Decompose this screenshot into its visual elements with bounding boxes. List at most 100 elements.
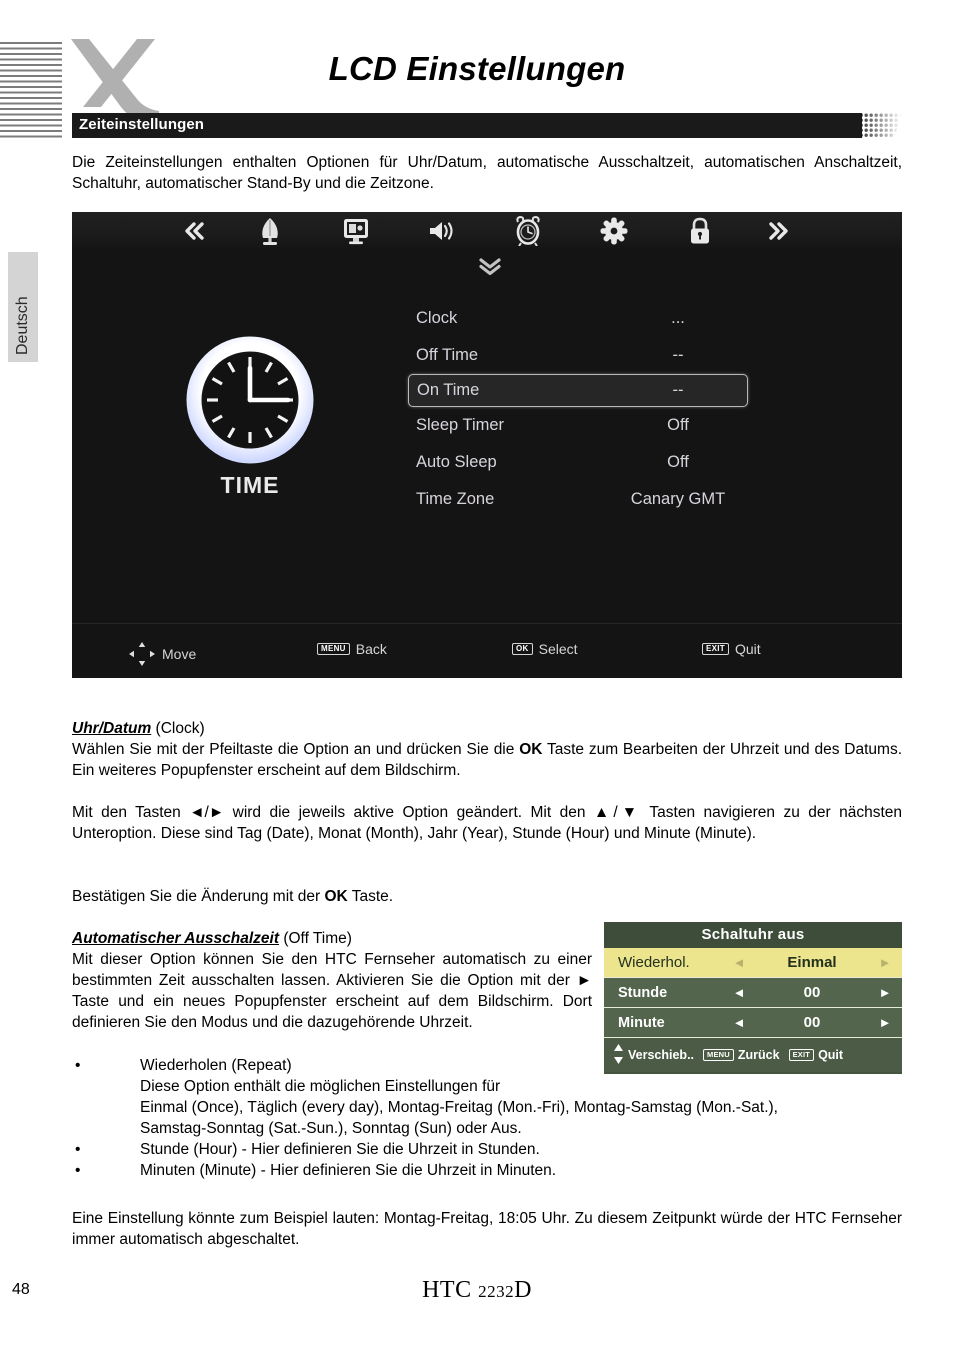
menu-label: Time Zone: [416, 490, 495, 508]
list-item: • Stunde (Hour) - Hier definieren Sie di…: [72, 1139, 902, 1160]
offtime-subheading-english: (Off Time): [279, 930, 352, 947]
clock-face-icon: [184, 334, 316, 466]
menu-value: --: [672, 381, 684, 399]
bullet-spacer: [72, 1076, 140, 1097]
clock-paragraph-3: Bestätigen Sie die Änderung mit der OK T…: [72, 886, 902, 907]
bullet-text: Stunde (Hour) - Hier definieren Sie die …: [140, 1141, 540, 1158]
popup-row-value: 00: [803, 984, 821, 1001]
bullet-dot-icon: •: [75, 1162, 81, 1179]
offtime-bullet-list: • Wiederholen (Repeat) Diese Option enth…: [72, 1055, 902, 1181]
footer-model-brand: HTC: [422, 1277, 479, 1303]
section-bar-halftone: [854, 113, 902, 138]
popup-row-stunde[interactable]: Stunde ◄ 00 ►: [604, 978, 902, 1008]
menu-value: Off: [667, 416, 689, 434]
popup-right-arrow-icon[interactable]: ►: [868, 1015, 902, 1030]
clock-subheading-english: (Clock): [151, 720, 205, 737]
offtime-closing-paragraph: Eine Einstellung könnte zum Beispiel lau…: [72, 1210, 902, 1248]
hint-label: Back: [355, 641, 387, 657]
footer-model-suffix: D: [514, 1277, 532, 1303]
intro-paragraph: Die Zeiteinstellungen enthalten Optionen…: [72, 154, 902, 192]
tv-osd-screenshot: TIME Clock ... Off Time -- On Time -- Sl…: [72, 212, 902, 678]
scroll-down-chevron-icon[interactable]: [476, 257, 504, 277]
dpad-arrows-icon: [128, 641, 156, 667]
menu-row-sleep-timer[interactable]: Sleep Timer Off: [408, 407, 748, 444]
next-chevron-icon[interactable]: [761, 216, 795, 246]
popup-row-wiederhol[interactable]: Wiederhol. ◄ Einmal ►: [604, 948, 902, 978]
menu-row-time-zone[interactable]: Time Zone Canary GMT: [408, 481, 748, 518]
hint-move: Move: [128, 641, 196, 667]
footer-model: HTC 2232D: [0, 1277, 954, 1304]
popup-row-label: Wiederhol.: [618, 954, 690, 971]
bullet-text: Samstag-Sonntag (Sat.-Sun.), Sonntag (Su…: [140, 1120, 522, 1137]
ok-key-icon: OK: [512, 643, 533, 655]
hint-quit: EXIT Quit: [702, 641, 761, 657]
bullet-dot-icon: •: [75, 1141, 81, 1158]
section-heading-bar: Zeiteinstellungen: [72, 113, 902, 138]
hint-label: Move: [162, 646, 197, 662]
menu-row-clock[interactable]: Clock ...: [408, 300, 748, 337]
osd-menu-list: Clock ... Off Time -- On Time -- Sleep T…: [408, 300, 748, 518]
menu-label: Off Time: [416, 346, 479, 364]
offtime-subheading: Automatischer Ausschalzeit (Off Time): [72, 928, 592, 949]
section-heading-label: Zeiteinstellungen: [79, 116, 205, 133]
menu-row-off-time[interactable]: Off Time --: [408, 337, 748, 374]
bullet-text: Wiederholen (Repeat): [140, 1057, 292, 1074]
popup-row-value: 00: [803, 1014, 821, 1031]
clock-p3-a: Bestätigen Sie die Änderung mit der: [72, 888, 325, 905]
clock-subheading: Uhr/Datum (Clock): [72, 718, 902, 739]
menu-key-icon: MENU: [317, 643, 350, 655]
popup-right-arrow-icon[interactable]: ►: [868, 985, 902, 1000]
clock-p1-a: Wählen Sie mit der Pfeiltaste die Option…: [72, 741, 520, 758]
clock-p1-ok: OK: [519, 741, 543, 758]
bullet-dot-icon: •: [75, 1057, 81, 1074]
clock-paragraph-1: Wählen Sie mit der Pfeiltaste die Option…: [72, 739, 902, 781]
clock-graphic-label: TIME: [220, 472, 280, 498]
list-item: • Minuten (Minute) - Hier definieren Sie…: [72, 1160, 902, 1181]
antenna-icon[interactable]: [253, 216, 287, 246]
menu-row-on-time-selected[interactable]: On Time --: [408, 374, 748, 407]
clock-p3-c: Taste.: [347, 888, 394, 905]
hint-label: Quit: [734, 641, 761, 657]
language-side-tab-label: Deutsch: [14, 296, 31, 355]
list-item: • Wiederholen (Repeat): [72, 1055, 902, 1076]
menu-value: --: [672, 346, 684, 364]
bullet-text: Einmal (Once), Täglich (every day), Mont…: [140, 1099, 778, 1116]
lock-icon[interactable]: [683, 216, 717, 246]
speaker-volume-icon[interactable]: [425, 216, 459, 246]
popup-left-arrow-icon[interactable]: ◄: [722, 1015, 756, 1030]
picture-monitor-icon[interactable]: [339, 216, 373, 246]
menu-label: On Time: [417, 381, 480, 399]
offtime-subheading-term: Automatischer Ausschalzeit: [72, 930, 280, 947]
popup-left-arrow-icon[interactable]: ◄: [722, 955, 756, 970]
clock-p3-ok: OK: [324, 888, 348, 905]
exit-key-icon: EXIT: [702, 643, 729, 655]
menu-label: Auto Sleep: [416, 453, 497, 471]
menu-label: Clock: [416, 309, 458, 327]
list-item-continuation: Einmal (Once), Täglich (every day), Mont…: [72, 1097, 902, 1118]
menu-value: Off: [667, 453, 689, 471]
page-title: LCD Einstellungen: [328, 50, 626, 87]
popup-row-value: Einmal: [787, 954, 837, 971]
menu-label: Sleep Timer: [416, 416, 505, 434]
popup-row-minute[interactable]: Minute ◄ 00 ►: [604, 1008, 902, 1038]
prev-chevron-icon[interactable]: [177, 216, 211, 246]
hint-label: Select: [538, 641, 578, 657]
gear-settings-icon[interactable]: [597, 216, 631, 246]
popup-row-label: Minute: [618, 1014, 665, 1031]
menu-value: ...: [671, 309, 685, 327]
clock-paragraph-2: Mit den Tasten ◄/► wird die jeweils akti…: [72, 804, 902, 842]
menu-value: Canary GMT: [630, 490, 726, 508]
offtime-paragraph: Mit dieser Option können Sie den HTC Fer…: [72, 951, 592, 1031]
bullet-spacer: [72, 1118, 140, 1139]
hint-select: OK Select: [512, 641, 578, 657]
alarm-clock-icon[interactable]: [511, 216, 545, 246]
osd-hint-bar: Move MENU Back OK Select EXIT Quit: [72, 623, 902, 678]
hint-back: MENU Back: [317, 641, 387, 657]
popup-left-arrow-icon[interactable]: ◄: [722, 985, 756, 1000]
bullet-text: Minuten (Minute) - Hier definieren Sie d…: [140, 1162, 557, 1179]
bullet-spacer: [72, 1097, 140, 1118]
popup-right-arrow-icon[interactable]: ►: [868, 955, 902, 970]
footer-model-number: 2232: [478, 1282, 515, 1301]
schaltuhr-popup: Schaltuhr aus Wiederhol. ◄ Einmal ► Stun…: [604, 922, 902, 1074]
menu-row-auto-sleep[interactable]: Auto Sleep Off: [408, 444, 748, 481]
